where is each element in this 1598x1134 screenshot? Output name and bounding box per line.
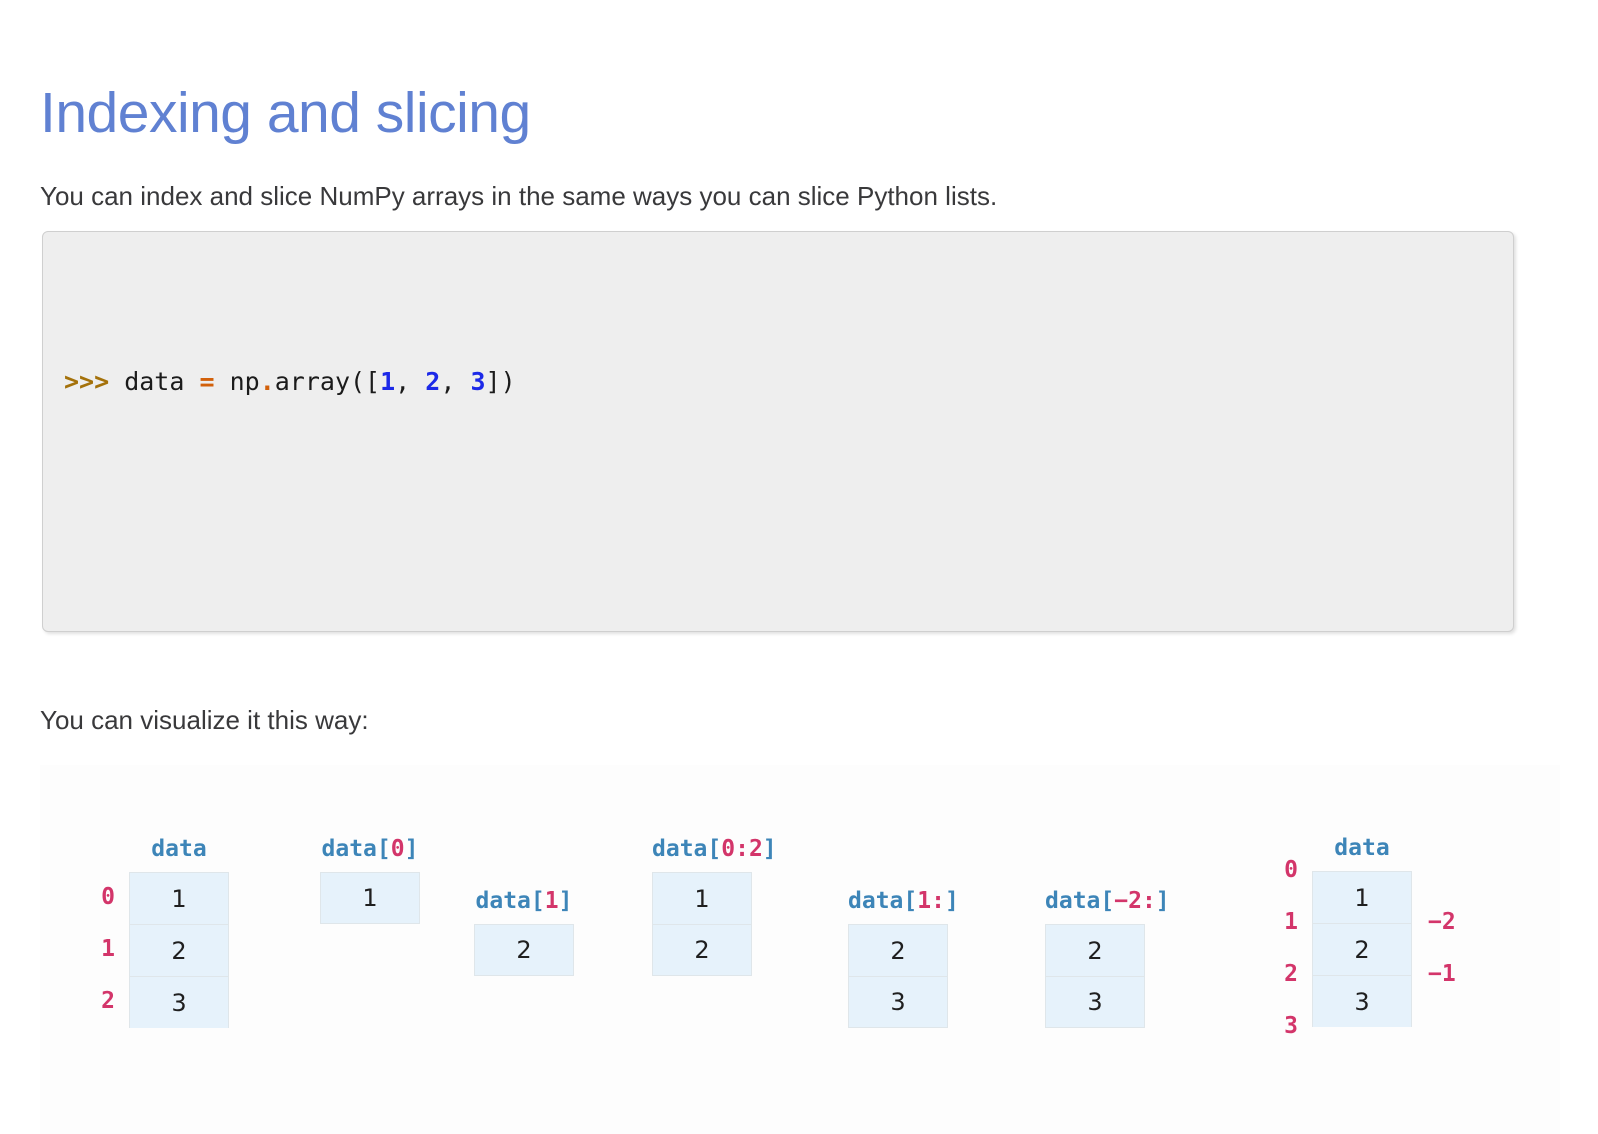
slicing-diagram: data 1 2 3 0 1 2 data[0] 1 data[1] 2 data[0:2] 1 2 dat… — [40, 765, 1560, 1134]
cell-stack: 23 — [848, 924, 948, 1028]
cell-stack: 1 2 3 0 1 2 3 −2 −1 — [1284, 857, 1456, 1039]
cell-stack: 12 — [652, 872, 752, 976]
label-base: data — [1334, 835, 1390, 861]
cell-stack: 23 — [1045, 924, 1145, 1028]
intro-paragraph: You can index and slice NumPy arrays in … — [40, 181, 998, 211]
array-cell: 2 — [1045, 924, 1145, 976]
array-cell: 2 — [129, 924, 229, 976]
row-index-left: 2 — [101, 988, 115, 1014]
array-cell: 2 — [652, 924, 752, 976]
label-index: 1: — [917, 888, 945, 914]
label-suffix: ] — [944, 888, 959, 914]
cell-stack: 1 — [320, 872, 420, 924]
array-cell: 2 — [474, 924, 574, 976]
page-root: Indexing and slicing You can index and s… — [0, 0, 1598, 1134]
label-base: data[ — [321, 836, 391, 862]
array-cell: 1 — [320, 872, 420, 924]
array-cell: 1 — [129, 872, 229, 924]
label-index: 0 — [390, 836, 405, 862]
prompt-token: >>> — [64, 367, 110, 396]
boundary-index-left: 3 — [1284, 1013, 1298, 1039]
code-block: >>> data = np.array([1, 2, 3]) >>> data[… — [42, 231, 1514, 632]
column-label: data[0:2] — [652, 836, 777, 862]
array-cell: 2 — [1312, 923, 1412, 975]
array-cell: 2 — [848, 924, 948, 976]
label-index: −2: — [1114, 888, 1156, 914]
array-cell: 3 — [129, 976, 229, 1028]
array-cell: 1 — [652, 872, 752, 924]
boundary-index-left: 0 — [1284, 857, 1298, 883]
label-index: 0:2 — [721, 836, 763, 862]
boundary-index-left: 2 — [1284, 961, 1298, 987]
code-line: >>> data = np.array([1, 2, 3]) — [64, 367, 516, 396]
column-label: data — [1312, 835, 1412, 861]
label-base: data[ — [848, 888, 918, 914]
label-suffix: ] — [558, 888, 573, 914]
label-suffix: ] — [1155, 888, 1170, 914]
visualize-paragraph: You can visualize it this way: — [40, 705, 369, 735]
column-label: data[0] — [320, 836, 420, 862]
label-base: data[ — [1045, 888, 1115, 914]
label-index: 1 — [544, 888, 559, 914]
row-index-left: 0 — [101, 884, 115, 910]
column-label: data[−2:] — [1045, 888, 1170, 914]
label-base: data[ — [475, 888, 545, 914]
label-suffix: ] — [762, 836, 777, 862]
array-cell: 1 — [1312, 871, 1412, 923]
boundary-index-right: −2 — [1428, 909, 1456, 935]
cell-stack: 2 — [474, 924, 574, 976]
array-cell: 3 — [1045, 976, 1145, 1028]
column-label: data[1] — [474, 888, 574, 914]
code-content: >>> data = np.array([1, 2, 3]) >>> data[… — [64, 252, 516, 631]
boundary-index-left: 1 — [1284, 909, 1298, 935]
label-base: data[ — [652, 836, 722, 862]
array-cell: 3 — [848, 976, 948, 1028]
label-base: data — [151, 836, 207, 862]
row-index-left: 1 — [101, 936, 115, 962]
column-label: data — [129, 836, 229, 862]
page-title: Indexing and slicing — [40, 81, 531, 146]
array-cell: 3 — [1312, 975, 1412, 1027]
boundary-index-right: −1 — [1428, 961, 1456, 987]
column-label: data[1:] — [848, 888, 959, 914]
cell-stack: 123012 — [101, 872, 229, 1028]
label-suffix: ] — [404, 836, 419, 862]
